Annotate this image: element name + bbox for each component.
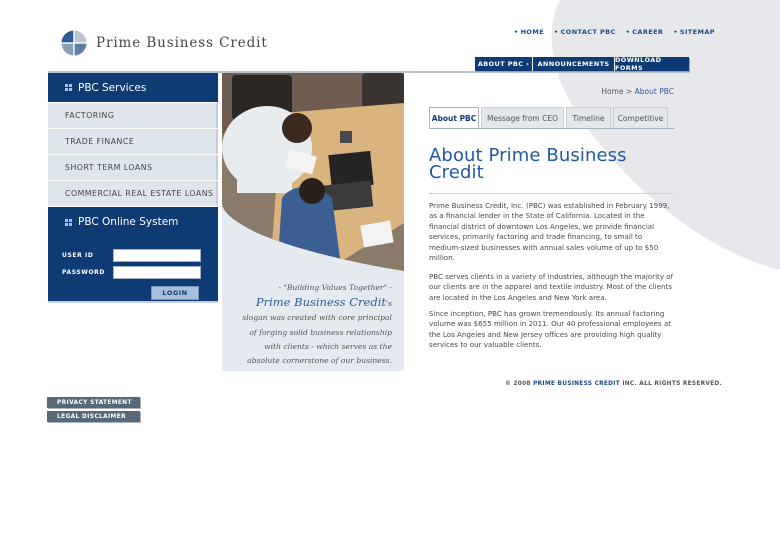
- password-input[interactable]: [113, 266, 201, 279]
- slogan-brand: Prime Business Credit: [255, 295, 386, 310]
- top-link-home[interactable]: • HOME: [514, 28, 544, 36]
- copyright: © 2008 PRIME BUSINESS CREDIT INC. ALL RI…: [505, 381, 723, 387]
- nav-about[interactable]: ABOUT PBC ›: [475, 57, 533, 71]
- tab-message-from-ceo[interactable]: Message from CEO: [481, 107, 564, 128]
- slogan-quote: - "Building Values Together" -: [278, 283, 392, 292]
- breadcrumb-current: About PBC: [634, 87, 674, 96]
- service-item-trade-finance[interactable]: TRADE FINANCE: [48, 129, 218, 155]
- bullet-squares-icon: [65, 218, 72, 226]
- user-id-input[interactable]: [113, 249, 201, 262]
- slogan-brand-line: Prime Business Credit's: [255, 295, 392, 310]
- top-link-sitemap[interactable]: • SITEMAP: [673, 28, 715, 36]
- logo[interactable]: Prime Business Credit: [61, 30, 268, 56]
- tab-divider: [429, 128, 674, 129]
- slogan-block: - "Building Values Together" - Prime Bus…: [222, 281, 404, 368]
- main-nav: ABOUT PBC › ANNOUNCEMENTS DOWNLOAD FORMS: [475, 56, 689, 72]
- breadcrumb-separator: >: [625, 87, 633, 96]
- breadcrumb-home[interactable]: Home: [601, 87, 623, 96]
- content-paragraph: Since inception, PBC has grown tremendou…: [429, 309, 671, 350]
- services-heading: PBC Services: [48, 73, 218, 103]
- copyright-brand: PRIME BUSINESS CREDIT: [533, 381, 620, 387]
- hero-panel: - "Building Values Together" - Prime Bus…: [222, 73, 404, 371]
- login-button[interactable]: LOGIN: [151, 286, 199, 300]
- top-links: • HOME • CONTACT PBC • CAREER • SITEMAP: [514, 28, 725, 36]
- content-tabs: About PBC Message from CEO Timeline Comp…: [429, 107, 670, 128]
- legal-disclaimer-button[interactable]: LEGAL DISCLAIMER: [47, 411, 140, 422]
- footer-buttons: PRIVACY STATEMENT LEGAL DISCLAIMER: [47, 397, 140, 425]
- slogan-line: slogan was created with core principal: [242, 313, 392, 323]
- title-divider: [429, 193, 674, 194]
- top-link-career[interactable]: • CAREER: [626, 28, 664, 36]
- logo-mark-icon: [61, 30, 87, 56]
- online-system-heading: PBC Online System: [48, 207, 218, 237]
- content-paragraph: PBC serves clients in a variety of indus…: [429, 272, 674, 302]
- content-paragraph: Prime Business Credit, Inc. (PBC) was es…: [429, 201, 670, 263]
- service-item-short-term-loans[interactable]: SHORT TERM LOANS: [48, 155, 218, 181]
- tab-timeline[interactable]: Timeline: [566, 107, 611, 128]
- top-link-contact[interactable]: • CONTACT PBC: [554, 28, 616, 36]
- nav-download-forms[interactable]: DOWNLOAD FORMS: [615, 56, 689, 72]
- privacy-statement-button[interactable]: PRIVACY STATEMENT: [47, 397, 140, 408]
- tab-about-pbc[interactable]: About PBC: [429, 107, 479, 128]
- password-label: PASSWORD: [62, 269, 105, 276]
- left-column: PBC Services FACTORING TRADE FINANCE SHO…: [48, 73, 218, 303]
- business-meeting-photo: [222, 73, 404, 271]
- slogan-line: with clients - which serves as the: [264, 341, 392, 351]
- password-row: PASSWORD: [62, 266, 201, 279]
- service-item-commercial-real-estate[interactable]: COMMERCIAL REAL ESTATE LOANS: [48, 181, 218, 207]
- service-item-factoring[interactable]: FACTORING: [48, 103, 218, 129]
- bullet-squares-icon: [65, 84, 72, 91]
- online-system-panel: PBC Online System USER ID PASSWORD LOGIN: [48, 207, 218, 303]
- user-id-label: USER ID: [62, 252, 94, 259]
- user-id-row: USER ID: [62, 249, 201, 262]
- page-title: About Prime Business Credit: [429, 145, 627, 183]
- tab-competitive[interactable]: Competitive: [613, 107, 668, 128]
- breadcrumb: Home > About PBC: [601, 87, 674, 96]
- slogan-line: of forging solid business relationship: [249, 327, 392, 337]
- nav-announcements[interactable]: ANNOUNCEMENTS: [533, 57, 615, 71]
- slogan-line: absolute cornerstone of our business.: [247, 356, 392, 366]
- logo-text: Prime Business Credit: [96, 35, 268, 51]
